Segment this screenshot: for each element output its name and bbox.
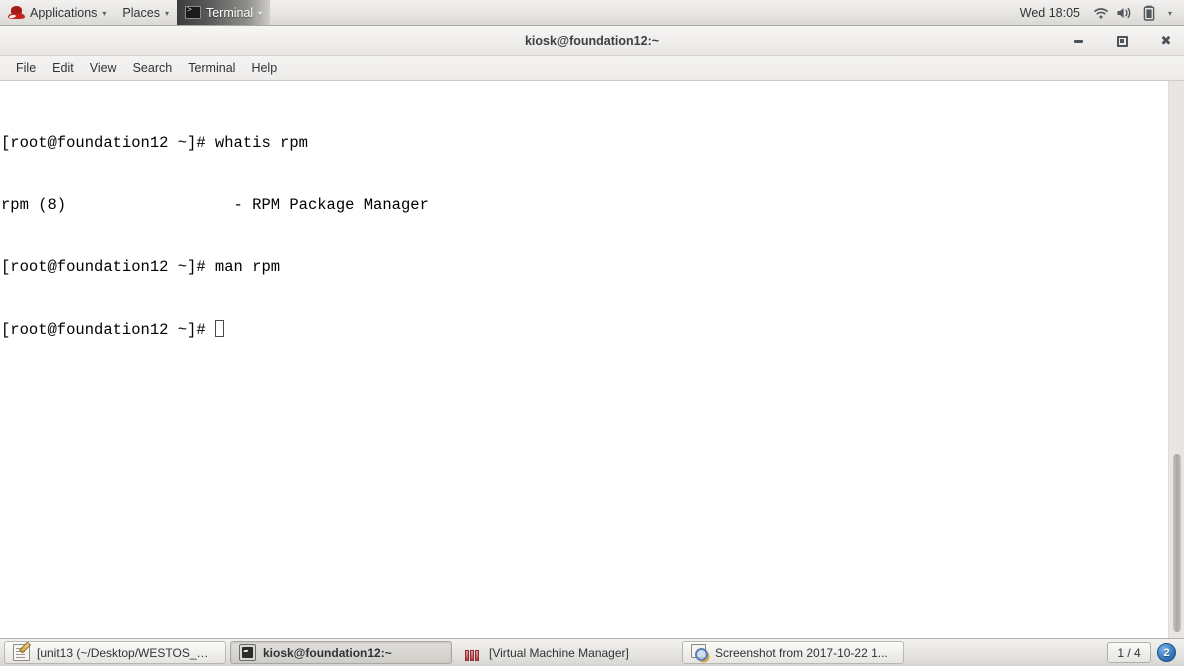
taskbar-status-area: 1 / 4 2	[1107, 642, 1180, 663]
clock[interactable]: Wed 18:05	[1012, 6, 1088, 20]
chevron-down-icon: ▾	[1167, 8, 1172, 18]
places-menu-label: Places	[122, 5, 160, 20]
menu-view[interactable]: View	[82, 59, 125, 77]
minimize-button[interactable]	[1068, 31, 1088, 51]
menu-terminal[interactable]: Terminal	[180, 59, 243, 77]
screenshot-icon	[691, 644, 708, 661]
panel-status-area: Wed 18:05 ▾	[1012, 0, 1184, 25]
terminal-line: [root@foundation12 ~]# whatis rpm	[1, 133, 308, 152]
menu-help[interactable]: Help	[243, 59, 285, 77]
notification-badge[interactable]: 2	[1157, 643, 1176, 662]
chevron-down-icon: ▾	[258, 8, 263, 18]
active-app-menu-terminal[interactable]: Terminal ▾	[176, 0, 271, 25]
terminal-prompt: [root@foundation12 ~]#	[1, 320, 215, 339]
taskbar-item-label: [Virtual Machine Manager]	[489, 645, 629, 660]
taskbar-item-label: Screenshot from 2017-10-22 1...	[715, 645, 888, 660]
taskbar-item-terminal[interactable]: kiosk@foundation12:~	[230, 641, 452, 664]
workspace-switcher[interactable]: 1 / 4	[1107, 642, 1151, 663]
taskbar-item-text-editor[interactable]: [unit13 (~/Desktop/WESTOS_OS...	[4, 641, 226, 664]
terminal-window: kiosk@foundation12:~ ✖ File Edit View Se…	[0, 26, 1184, 638]
taskbar-item-label: [unit13 (~/Desktop/WESTOS_OS...	[37, 645, 217, 660]
battery-icon[interactable]	[1138, 2, 1160, 24]
terminal-cursor	[214, 320, 225, 338]
window-controls: ✖	[1068, 26, 1176, 56]
taskbar-item-virtual-machine-manager[interactable]: [Virtual Machine Manager]	[456, 641, 678, 664]
applications-menu-label: Applications	[30, 5, 98, 20]
top-panel: Applications ▾ Places ▾ Terminal ▾ Wed 1…	[0, 0, 1184, 26]
system-menu-button[interactable]: ▾	[1162, 0, 1178, 25]
maximize-button[interactable]	[1112, 31, 1132, 51]
taskbar-item-screenshot[interactable]: Screenshot from 2017-10-22 1...	[682, 641, 904, 664]
scrollbar-thumb[interactable]	[1173, 454, 1181, 632]
taskbar-item-label: kiosk@foundation12:~	[263, 645, 392, 660]
virtual-machine-manager-icon	[465, 644, 482, 661]
chevron-down-icon: ▾	[164, 8, 169, 18]
window-title: kiosk@foundation12:~	[524, 33, 660, 48]
menu-file[interactable]: File	[8, 59, 44, 77]
terminal-prompt-line: [root@foundation12 ~]#	[0, 320, 1168, 341]
menu-bar: File Edit View Search Terminal Help	[0, 56, 1184, 81]
taskbar: [unit13 (~/Desktop/WESTOS_OS... kiosk@fo…	[0, 638, 1184, 666]
redhat-logo-icon	[8, 5, 25, 20]
terminal-line: [root@foundation12 ~]# man rpm	[1, 258, 281, 277]
menu-edit[interactable]: Edit	[44, 59, 82, 77]
menu-search[interactable]: Search	[125, 59, 181, 77]
places-menu[interactable]: Places ▾	[114, 0, 177, 25]
chevron-down-icon: ▾	[102, 8, 107, 18]
wifi-icon[interactable]	[1090, 2, 1112, 24]
terminal-body: [root@foundation12 ~]# whatis rpm rpm (8…	[0, 81, 1184, 638]
terminal-icon	[239, 644, 256, 661]
text-editor-icon	[13, 644, 30, 661]
window-titlebar[interactable]: kiosk@foundation12:~ ✖	[0, 26, 1184, 56]
terminal-scrollbar[interactable]	[1168, 81, 1184, 638]
terminal-screen[interactable]: [root@foundation12 ~]# whatis rpm rpm (8…	[0, 81, 1168, 638]
volume-icon[interactable]	[1114, 2, 1136, 24]
close-button[interactable]: ✖	[1156, 31, 1176, 51]
terminal-icon	[184, 6, 201, 19]
terminal-line: rpm (8) - RPM Package Manager	[1, 195, 429, 214]
active-app-label: Terminal	[205, 5, 254, 20]
applications-menu[interactable]: Applications ▾	[0, 0, 114, 25]
